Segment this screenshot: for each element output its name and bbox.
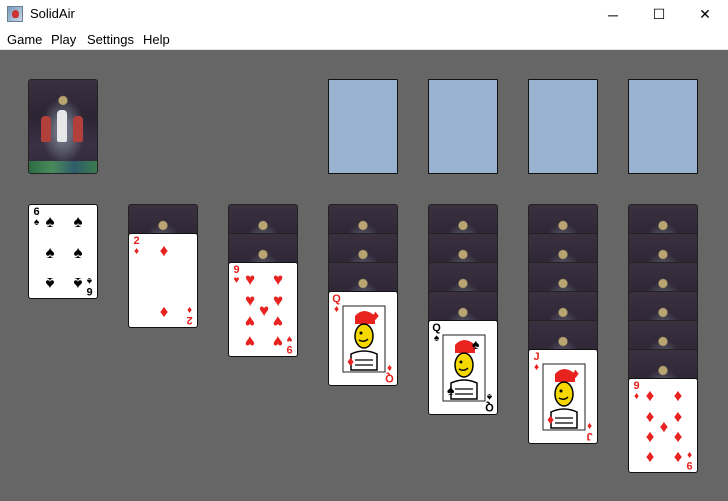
card-suit: ♦	[533, 362, 540, 373]
foundation-3[interactable]	[528, 79, 598, 174]
game-table: 6 ♠ 6 ♠ ♠ ♠ ♠ ♠ ♠ ♠ 2 ♦ 2 ♦ ♦ ♦ 9 ♥ 9 ♥ ♥ ♥ ♥ ♥ ♥ ♥ ♥ ♥ ♥ Q ♦ Q ♦ ♦ ♦ Q ♠ Q ♠ ♠…	[0, 50, 728, 501]
maximize-button[interactable]: ☐	[636, 0, 682, 29]
suit-pip: ♦	[645, 386, 655, 405]
card-index: 2 ♦	[132, 236, 141, 257]
suit-pip: ♠	[73, 212, 83, 231]
svg-text:♦: ♦	[347, 353, 354, 369]
face-card-art: ♦ ♦	[541, 362, 587, 432]
suit-pip: ♥	[244, 332, 256, 351]
window-title: SolidAir	[30, 6, 75, 21]
card-index: 6 ♠	[32, 207, 41, 228]
card-suit: ♥	[233, 275, 240, 286]
tableau-card-6[interactable]: J ♦ J ♦ ♦ ♦	[528, 349, 598, 444]
foundation-4[interactable]	[628, 79, 698, 174]
suit-pip: ♦	[645, 428, 655, 447]
title-bar: SolidAir ─ ☐ ✕	[0, 0, 728, 29]
card-suit: ♠	[433, 333, 440, 344]
card-rank: 9	[686, 459, 693, 471]
svg-text:♦: ♦	[547, 411, 554, 427]
card-suit: ♦	[186, 304, 193, 315]
suit-pip: ♦	[673, 428, 683, 447]
card-suit: ♦	[333, 304, 340, 315]
card-index: 9 ♦	[632, 381, 641, 402]
tableau-card-3[interactable]: 9 ♥ 9 ♥ ♥ ♥ ♥ ♥ ♥ ♥ ♥ ♥ ♥	[228, 262, 298, 357]
card-rank: 2	[186, 314, 193, 326]
close-button[interactable]: ✕	[682, 0, 728, 29]
suit-pip: ♠	[45, 212, 55, 231]
suit-pip: ♥	[272, 312, 284, 331]
menu-game[interactable]: Game	[7, 32, 42, 47]
foundation-2[interactable]	[428, 79, 498, 174]
menu-help[interactable]: Help	[143, 32, 170, 47]
menu-settings[interactable]: Settings	[87, 32, 134, 47]
menu-play[interactable]: Play	[51, 32, 76, 47]
menu-bar: Game Play Settings Help	[0, 29, 728, 50]
minimize-button[interactable]: ─	[590, 0, 636, 29]
card-index: 9 ♥	[232, 265, 241, 286]
suit-pip: ♠	[73, 274, 83, 293]
stock-pile[interactable]	[28, 79, 98, 174]
suit-pip: ♥	[272, 270, 284, 289]
card-rank: 9	[286, 343, 293, 355]
card-index: Q ♠	[432, 323, 441, 344]
suit-pip: ♠	[73, 243, 83, 262]
app-icon	[7, 6, 23, 22]
face-card-art: ♠ ♠	[441, 333, 487, 403]
suit-pip: ♦	[159, 241, 169, 260]
svg-text:♠: ♠	[472, 336, 480, 352]
suit-pip: ♥	[244, 270, 256, 289]
tableau-card-5[interactable]: Q ♠ Q ♠ ♠ ♠	[428, 320, 498, 415]
card-index: 2 ♦	[185, 304, 194, 326]
suit-pip: ♦	[159, 303, 169, 322]
card-suit: ♦	[633, 391, 640, 402]
suit-pip: ♦	[673, 386, 683, 405]
card-back-ground	[29, 161, 97, 173]
card-back-art	[37, 108, 89, 152]
card-index: J ♦	[532, 352, 541, 373]
card-suit: ♦	[133, 246, 140, 257]
suit-pip: ♦	[645, 448, 655, 467]
face-card-art: ♦ ♦	[341, 304, 387, 374]
card-suit: ♠	[33, 217, 40, 228]
suit-pip: ♥	[272, 332, 284, 351]
suit-pip: ♠	[45, 274, 55, 293]
card-index: Q ♦	[332, 294, 341, 315]
suit-pip: ♦	[673, 448, 683, 467]
tableau-card-2[interactable]: 2 ♦ 2 ♦ ♦ ♦	[128, 233, 198, 328]
tableau-card-7[interactable]: 9 ♦ 9 ♦ ♦ ♦ ♦ ♦ ♦ ♦ ♦ ♦ ♦	[628, 378, 698, 473]
svg-text:♦: ♦	[572, 365, 579, 381]
suit-pip: ♠	[45, 243, 55, 262]
svg-text:♠: ♠	[447, 382, 455, 398]
card-rank: J	[586, 430, 593, 442]
tableau-card-4[interactable]: Q ♦ Q ♦ ♦ ♦	[328, 291, 398, 386]
tableau-card-1[interactable]: 6 ♠ 6 ♠ ♠ ♠ ♠ ♠ ♠ ♠	[28, 204, 98, 299]
svg-text:♦: ♦	[372, 307, 379, 323]
foundation-1[interactable]	[328, 79, 398, 174]
suit-pip: ♥	[244, 312, 256, 331]
card-rank: 6	[86, 285, 93, 297]
